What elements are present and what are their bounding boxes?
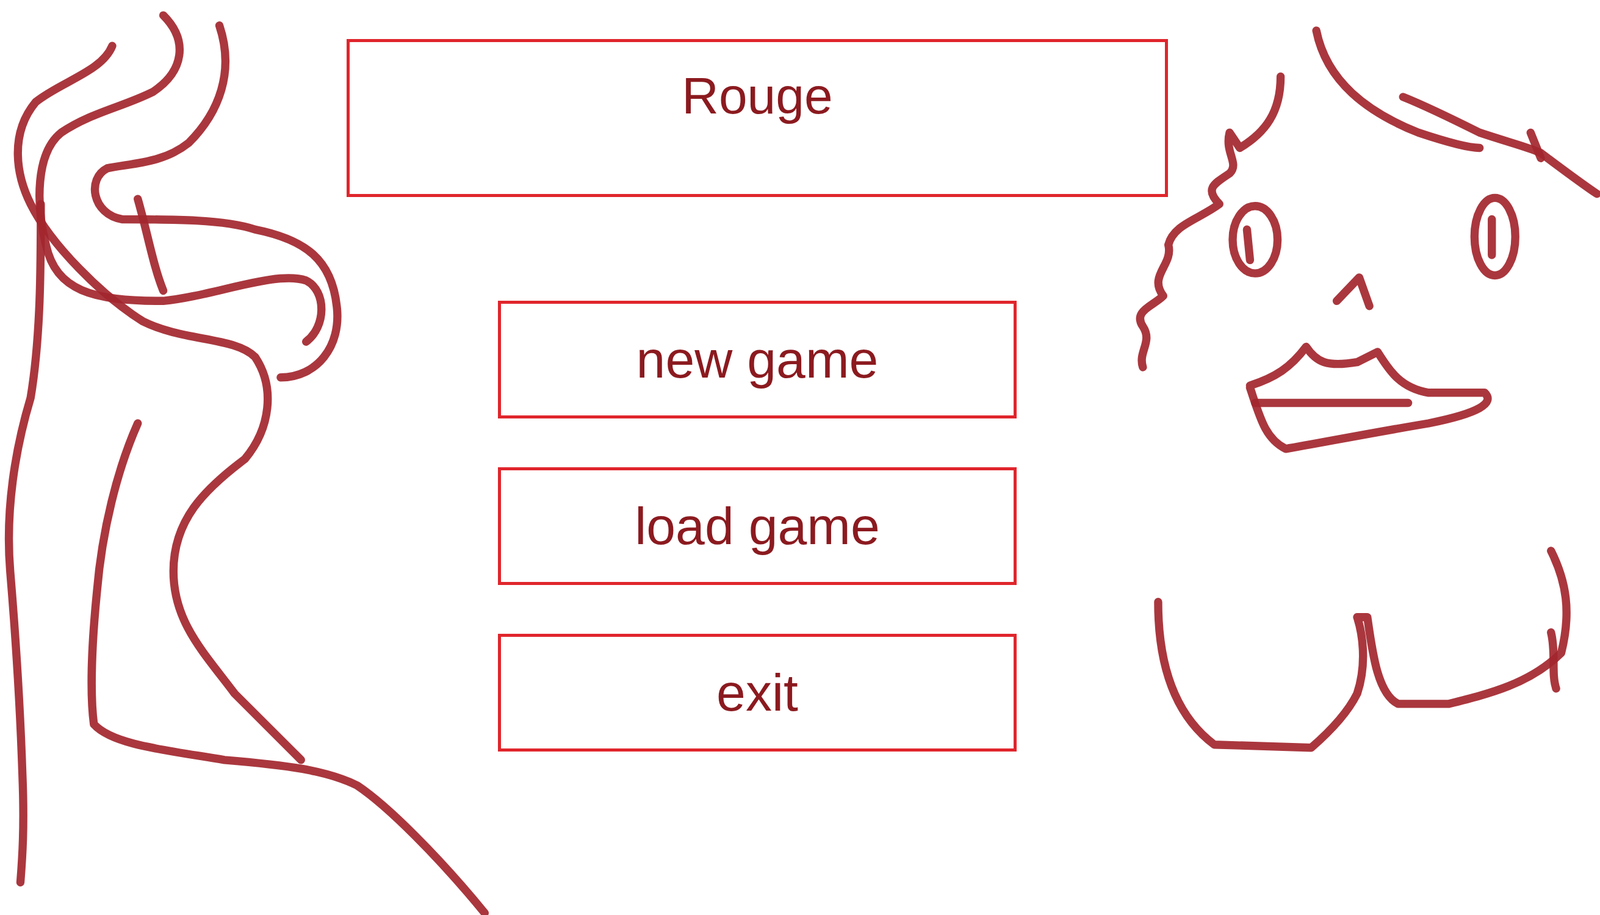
menu-buttons: new game load game exit	[497, 300, 1017, 752]
doodle-illustration	[0, 0, 1600, 915]
menu-column: Rouge new game load game exit	[346, 0, 1168, 915]
right-face-icon	[1139, 30, 1597, 749]
button-label: exit	[716, 663, 799, 722]
game-title: Rouge	[346, 39, 1168, 198]
button-label: load game	[634, 497, 880, 556]
button-label: new game	[636, 330, 879, 389]
menu-button[interactable]: exit	[497, 634, 1017, 752]
title-text: Rouge	[681, 67, 833, 124]
menu-button[interactable]: new game	[497, 300, 1017, 419]
menu-button[interactable]: load game	[497, 467, 1017, 586]
main-menu-screen: Rouge new game load game exit	[0, 0, 1600, 915]
left-figure-icon	[9, 15, 486, 914]
